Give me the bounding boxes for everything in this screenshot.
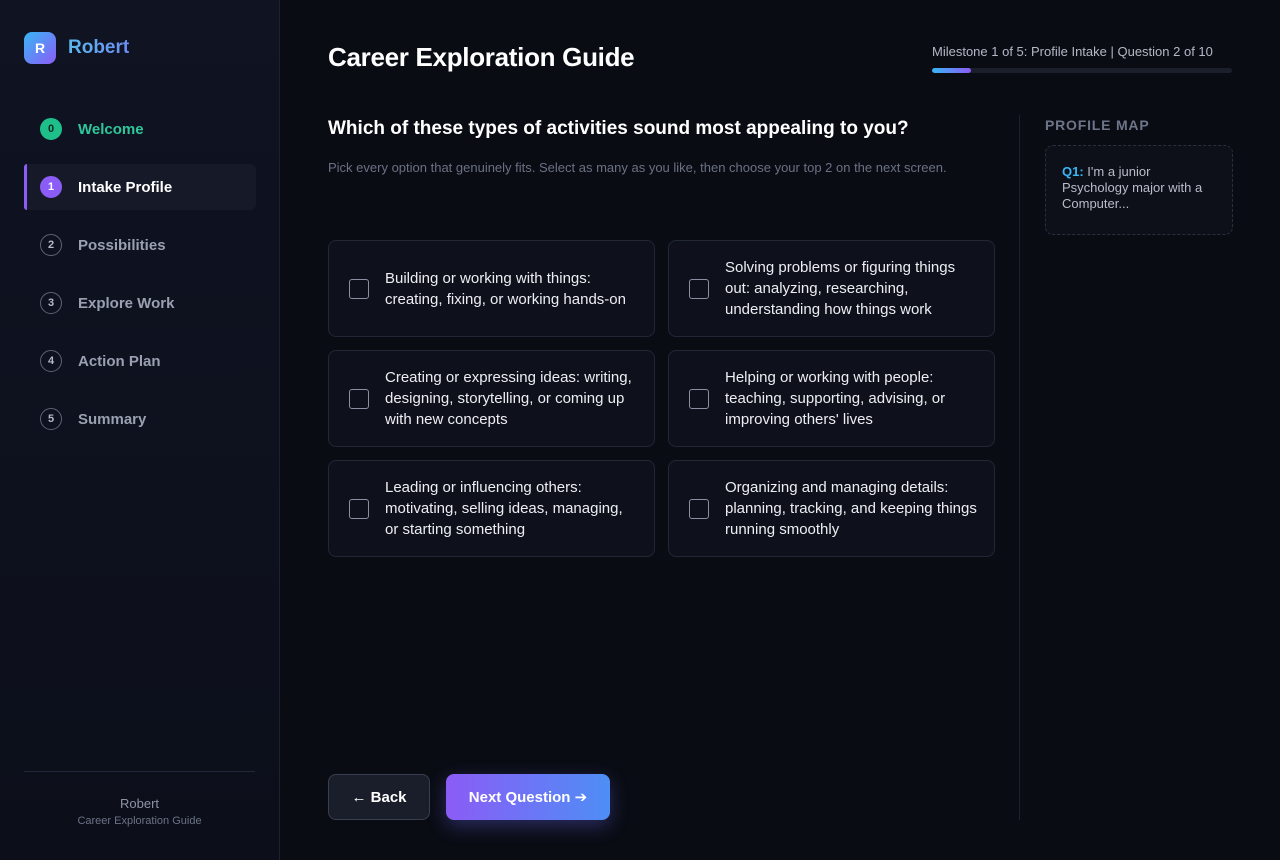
- sidebar-item-label: Intake Profile: [78, 178, 173, 196]
- step-number: 3: [40, 292, 62, 314]
- page-title: Career Exploration Guide: [328, 42, 635, 72]
- profile-map-entry[interactable]: Q1: I'm a junior Psychology major with a…: [1045, 145, 1233, 235]
- sidebar-footer: Robert Career Exploration Guide: [24, 771, 255, 827]
- footer-name: Robert: [119, 796, 160, 811]
- option-checkbox[interactable]: [349, 278, 369, 299]
- option-checkbox[interactable]: [349, 388, 369, 409]
- progress-text: Milestone 1 of 5: Profile Intake | Quest…: [932, 44, 1213, 59]
- option-card[interactable]: Leading or influencing others: motivatin…: [328, 460, 655, 557]
- step-number: 5: [40, 408, 62, 430]
- milestone-nav: 0 Welcome 1 Intake Profile 2 Possibiliti…: [24, 106, 256, 454]
- sidebar: R Robert 0 Welcome 1 Intake Profile 2 Po…: [0, 0, 280, 860]
- progress-indicator: Milestone 1 of 5: Profile Intake | Quest…: [932, 44, 1232, 73]
- sidebar-item-label: Action Plan: [78, 352, 161, 370]
- option-checkbox[interactable]: [349, 498, 369, 519]
- sidebar-item-summary[interactable]: 5 Summary: [24, 396, 256, 442]
- back-button[interactable]: ← Back: [328, 774, 430, 820]
- option-card[interactable]: Solving problems or figuring things out:…: [668, 240, 995, 337]
- profile-entry-answer: I'm a junior Psychology major with a Com…: [1062, 164, 1203, 211]
- question-instructions: Pick every option that genuinely fits. S…: [328, 160, 947, 175]
- progress-bar: [932, 68, 1232, 73]
- profile-map-heading: PROFILE MAP: [1045, 117, 1150, 133]
- option-checkbox[interactable]: [689, 278, 709, 299]
- brand-logo: R: [24, 32, 56, 64]
- option-card[interactable]: Creating or expressing ideas: writing, d…: [328, 350, 655, 447]
- step-number: 1: [40, 176, 62, 198]
- sidebar-item-action-plan[interactable]: 4 Action Plan: [24, 338, 256, 384]
- option-checkbox[interactable]: [689, 388, 709, 409]
- option-label: Creating or expressing ideas: writing, d…: [385, 369, 632, 428]
- option-checkbox[interactable]: [689, 498, 709, 519]
- sidebar-item-label: Welcome: [78, 120, 144, 138]
- option-card[interactable]: Organizing and managing details: plannin…: [668, 460, 995, 557]
- profile-entry-question: Q1:: [1062, 164, 1084, 179]
- options-grid: Building or working with things: creatin…: [328, 240, 995, 557]
- step-number: 2: [40, 234, 62, 256]
- step-number: 0: [40, 118, 62, 140]
- sidebar-item-intake-profile[interactable]: 1 Intake Profile: [24, 164, 256, 210]
- step-number: 4: [40, 350, 62, 372]
- option-label: Helping or working with people: teaching…: [725, 369, 946, 428]
- sidebar-item-welcome[interactable]: 0 Welcome: [24, 106, 256, 152]
- sidebar-item-possibilities[interactable]: 2 Possibilities: [24, 222, 256, 268]
- footer-subtitle: Career Exploration Guide: [77, 815, 202, 827]
- sidebar-item-explore-work[interactable]: 3 Explore Work: [24, 280, 256, 326]
- sidebar-item-label: Explore Work: [78, 294, 175, 312]
- next-question-button[interactable]: Next Question ➔: [446, 774, 610, 820]
- option-card[interactable]: Helping or working with people: teaching…: [668, 350, 995, 447]
- profile-map-panel: PROFILE MAP Q1: I'm a junior Psychology …: [1019, 115, 1259, 820]
- brand-name: Robert: [68, 37, 130, 58]
- question-title: Which of these types of activities sound…: [328, 118, 909, 139]
- option-label: Building or working with things: creatin…: [385, 269, 626, 308]
- option-label: Organizing and managing details: plannin…: [725, 479, 977, 538]
- option-label: Leading or influencing others: motivatin…: [385, 479, 623, 538]
- sidebar-item-label: Summary: [78, 410, 147, 428]
- option-label: Solving problems or figuring things out:…: [725, 259, 956, 318]
- brand[interactable]: R Robert: [24, 32, 129, 64]
- progress-fill: [932, 68, 971, 73]
- option-card[interactable]: Building or working with things: creatin…: [328, 240, 655, 337]
- sidebar-item-label: Possibilities: [78, 236, 166, 254]
